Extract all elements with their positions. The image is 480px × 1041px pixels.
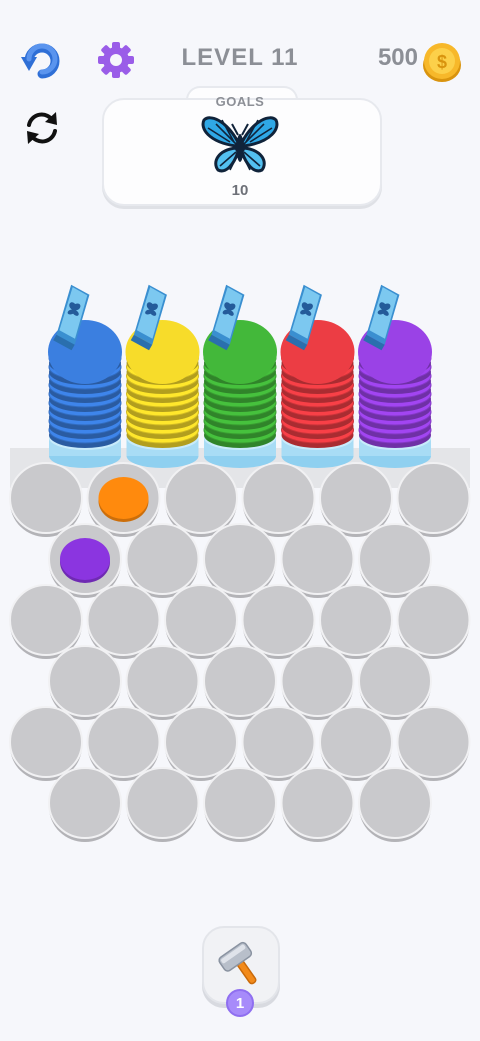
board-cell[interactable] bbox=[48, 767, 122, 842]
game-board bbox=[9, 284, 471, 842]
hammer-icon bbox=[218, 941, 257, 985]
board-cell[interactable] bbox=[125, 767, 200, 842]
hammer-count-badge: 1 bbox=[226, 989, 254, 1017]
board-cell[interactable] bbox=[358, 767, 432, 842]
board-cell[interactable] bbox=[203, 767, 277, 842]
board-cell[interactable] bbox=[280, 767, 355, 842]
